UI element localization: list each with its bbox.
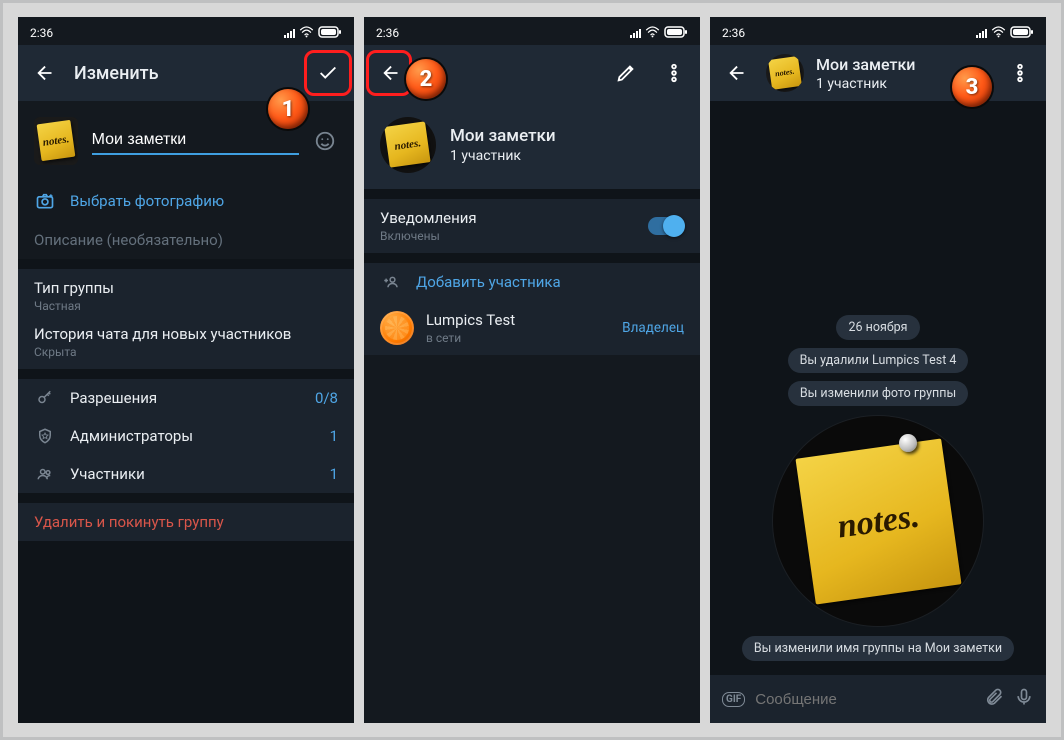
pin-icon (899, 434, 917, 452)
description-placeholder: Описание (необязательно) (34, 231, 223, 249)
more-vert-icon[interactable] (654, 53, 694, 93)
choose-photo-label: Выбрать фотографию (70, 192, 338, 210)
app-bar (364, 45, 700, 101)
chat-avatar[interactable]: notes. (766, 54, 804, 92)
notifications-state: Включены (380, 229, 634, 243)
phone-screen-chat: 2:36 notes. Мои заметки 1 участник 3 2 (710, 17, 1046, 723)
members-icon (34, 465, 56, 483)
group-type-label: Тип группы (34, 279, 114, 297)
group-avatar[interactable]: notes. (34, 117, 78, 165)
group-type-row[interactable]: Тип группы Частная (18, 269, 354, 317)
edit-pencil-icon[interactable] (606, 53, 646, 93)
shield-icon (34, 427, 56, 445)
chat-body[interactable]: 26 ноября Вы удалили Lumpics Test 4 Вы и… (710, 101, 1046, 675)
key-icon (34, 389, 56, 407)
history-row[interactable]: История чата для новых участников Скрыта (18, 317, 354, 369)
confirm-check-icon[interactable] (308, 53, 348, 93)
more-vert-icon[interactable] (1000, 53, 1040, 93)
notifications-row[interactable]: Уведомления Включены (364, 199, 700, 253)
emoji-icon[interactable] (313, 121, 338, 161)
status-bar: 2:36 (364, 17, 700, 45)
status-bar: 2:36 (710, 17, 1046, 45)
history-value: Скрыта (34, 345, 291, 359)
signal-icon (284, 29, 295, 38)
member-name: Lumpics Test (426, 311, 610, 329)
date-chip: 26 ноября (836, 315, 919, 340)
service-message: Вы изменили фото группы (788, 381, 968, 406)
message-composer: GIF (710, 675, 1046, 723)
chat-app-bar: notes. Мои заметки 1 участник (710, 45, 1046, 101)
member-row[interactable]: Lumpics Test в сети Владелец (364, 301, 700, 355)
delete-leave-label: Удалить и покинуть группу (34, 513, 224, 531)
group-avatar[interactable]: notes. (380, 117, 436, 173)
mic-icon[interactable] (1014, 687, 1034, 711)
battery-icon (664, 26, 688, 41)
admins-value: 1 (330, 427, 338, 445)
member-role: Владелец (622, 320, 684, 336)
phone-screen-group-profile: 2:36 2 notes. Мо (364, 17, 700, 723)
back-arrow-icon[interactable] (26, 53, 66, 93)
back-arrow-icon[interactable] (372, 53, 412, 93)
phone-screen-edit-group: 2:36 Изменить 1 notes. (18, 17, 354, 723)
service-message: Вы изменили имя группы на Мои заметки (742, 636, 1014, 661)
members-row[interactable]: Участники 1 (18, 455, 354, 493)
status-time: 2:36 (30, 26, 53, 40)
group-name: Мои заметки (450, 126, 556, 146)
appbar-title: Изменить (74, 63, 300, 84)
group-name-input[interactable] (92, 127, 299, 155)
admins-label: Администраторы (70, 427, 316, 445)
notifications-toggle[interactable] (648, 217, 684, 235)
notes-sticker: notes. (795, 438, 961, 604)
admins-row[interactable]: Администраторы 1 (18, 417, 354, 455)
notifications-label: Уведомления (380, 209, 634, 227)
battery-icon (318, 26, 342, 41)
members-value: 1 (330, 465, 338, 483)
camera-plus-icon (34, 191, 56, 211)
battery-icon (1010, 26, 1034, 41)
app-bar: Изменить (18, 45, 354, 101)
permissions-value: 0/8 (315, 389, 338, 407)
service-message: Вы удалили Lumpics Test 4 (788, 348, 969, 373)
gif-icon[interactable]: GIF (722, 692, 745, 707)
add-member-label: Добавить участника (416, 273, 684, 291)
group-photo-large[interactable]: notes. (773, 416, 983, 626)
signal-icon (976, 29, 987, 38)
permissions-row[interactable]: Разрешения 0/8 (18, 379, 354, 417)
members-count: 1 участник (450, 148, 556, 164)
members-label: Участники (70, 465, 316, 483)
wifi-icon (645, 26, 660, 41)
add-member-row[interactable]: Добавить участника (364, 263, 700, 301)
add-user-icon (380, 273, 402, 291)
wifi-icon (299, 26, 314, 41)
signal-icon (630, 29, 641, 38)
status-time: 2:36 (376, 26, 399, 40)
choose-photo-row[interactable]: Выбрать фотографию (18, 181, 354, 221)
member-avatar (380, 311, 414, 345)
permissions-label: Разрешения (70, 389, 301, 407)
message-input[interactable] (755, 691, 974, 708)
description-row[interactable]: Описание (необязательно) (18, 221, 354, 259)
chat-subtitle: 1 участник (816, 76, 992, 92)
delete-leave-row[interactable]: Удалить и покинуть группу (18, 503, 354, 541)
wifi-icon (991, 26, 1006, 41)
chat-title: Мои заметки (816, 55, 992, 74)
member-status: в сети (426, 331, 610, 345)
group-type-value: Частная (34, 299, 114, 313)
status-time: 2:36 (722, 26, 745, 40)
history-label: История чата для новых участников (34, 325, 291, 343)
back-arrow-icon[interactable] (718, 53, 758, 93)
attach-icon[interactable] (984, 687, 1004, 711)
status-bar: 2:36 (18, 17, 354, 45)
